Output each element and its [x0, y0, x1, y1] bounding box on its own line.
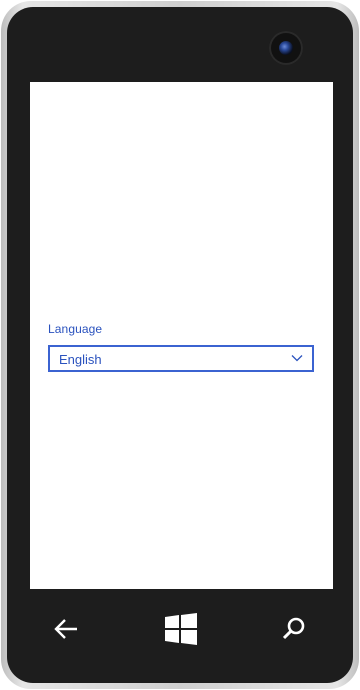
app-screen: Language English [30, 82, 333, 589]
back-button[interactable] [48, 611, 84, 647]
search-icon [282, 617, 305, 640]
navigation-bar [30, 593, 333, 669]
camera-lens [279, 41, 293, 55]
language-select[interactable]: English [48, 345, 314, 372]
back-arrow-icon [54, 619, 77, 639]
front-camera [269, 31, 303, 65]
chevron-down-icon [291, 355, 303, 362]
start-button[interactable] [163, 611, 199, 647]
search-button[interactable] [276, 611, 312, 647]
language-label: Language [48, 322, 103, 336]
phone-frame: Language English [1, 1, 359, 689]
language-select-value: English [59, 352, 102, 367]
windows-logo-icon [165, 613, 197, 645]
